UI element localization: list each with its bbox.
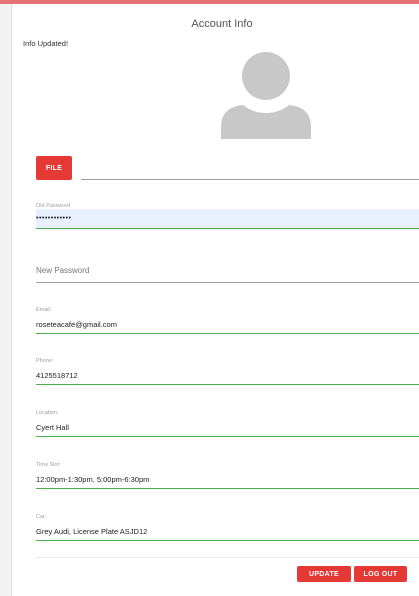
old-password-label: Old Password xyxy=(36,203,71,209)
phone-value: 4125518712 xyxy=(36,371,78,380)
actions-divider xyxy=(36,557,419,558)
car-underline xyxy=(36,540,419,542)
location-underline xyxy=(36,436,419,438)
time-slot-value: 12:00pm-1:30pm, 5:00pm-6:30pm xyxy=(36,475,150,484)
avatar xyxy=(221,51,311,139)
email-value: roseteacafe@gmail.com xyxy=(36,320,117,329)
phone-field[interactable]: Phone: 4125518712 xyxy=(36,353,419,387)
old-password-field[interactable]: Old Password •••••••••••• xyxy=(36,201,419,233)
location-value: Cyert Hall xyxy=(36,423,69,432)
email-underline xyxy=(36,333,419,335)
account-card: Account Info Info Updated! FILE Old Pass… xyxy=(11,4,419,596)
status-message: Info Updated! xyxy=(23,39,69,48)
car-label: Car: xyxy=(36,514,47,520)
old-password-input[interactable] xyxy=(36,209,419,228)
file-button[interactable]: FILE xyxy=(36,156,72,180)
old-password-value: •••••••••••• xyxy=(36,215,72,222)
email-label: Email: xyxy=(36,307,52,313)
location-field[interactable]: Location: Cyert Hall xyxy=(36,405,419,439)
old-password-underline xyxy=(36,228,419,230)
phone-label: Phone: xyxy=(36,358,54,364)
phone-underline xyxy=(36,384,419,386)
new-password-field[interactable]: New Password xyxy=(36,262,419,284)
time-slot-label: Time Slot: xyxy=(36,462,61,468)
time-slot-field[interactable]: Time Slot: 12:00pm-1:30pm, 5:00pm-6:30pm xyxy=(36,457,419,491)
location-label: Location: xyxy=(36,410,59,416)
new-password-underline xyxy=(36,282,419,283)
file-upload-row: FILE xyxy=(36,156,419,181)
log-out-button[interactable]: LOG OUT xyxy=(354,566,407,582)
update-button[interactable]: UPDATE xyxy=(297,566,351,582)
time-slot-underline xyxy=(36,488,419,490)
page-title: Account Info xyxy=(191,18,253,30)
user-silhouette-icon xyxy=(221,52,311,139)
car-value: Grey Audi, License Plate ASJD12 xyxy=(36,527,148,536)
car-field[interactable]: Car: Grey Audi, License Plate ASJD12 xyxy=(36,509,419,543)
email-field[interactable]: Email: roseteacafe@gmail.com xyxy=(36,302,419,336)
file-path-input[interactable] xyxy=(81,179,419,180)
new-password-placeholder: New Password xyxy=(36,266,90,275)
